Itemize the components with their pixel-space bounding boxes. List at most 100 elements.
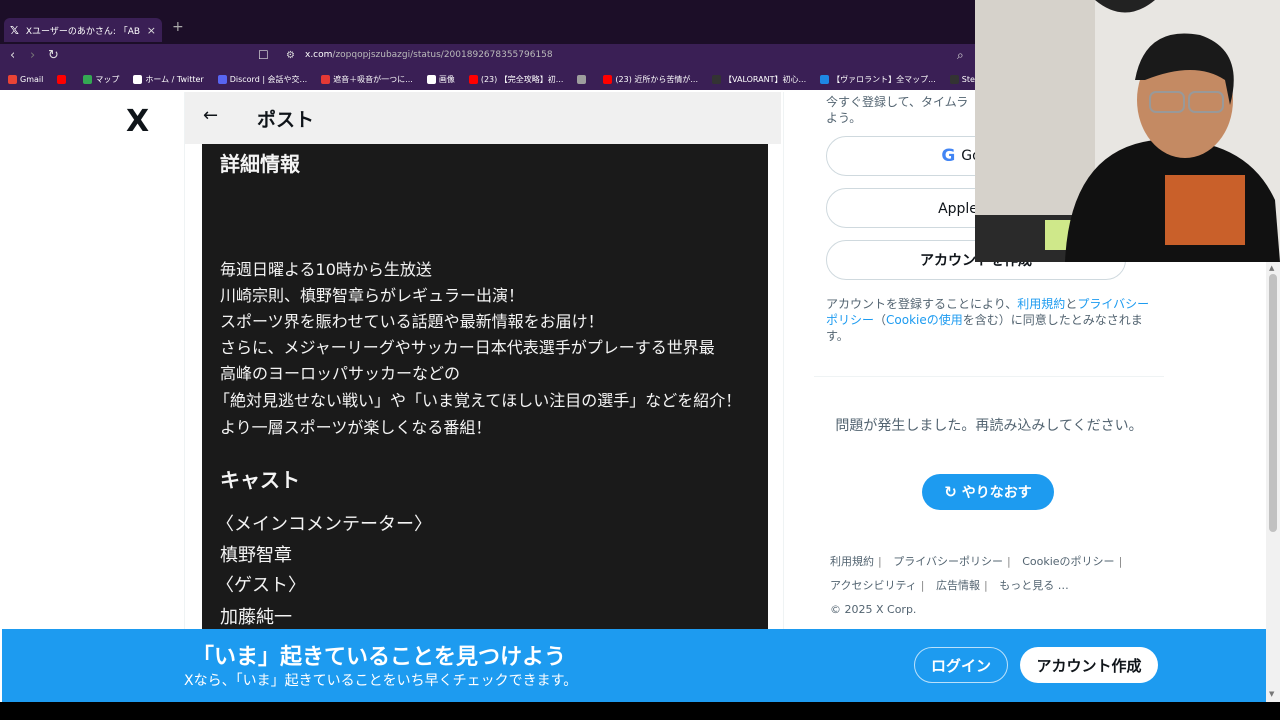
bookmark-favicon-icon <box>133 74 143 84</box>
signup-button[interactable]: アカウント作成 <box>1020 647 1158 683</box>
image-line: 高峰のヨーロッパサッカーなどの <box>220 364 461 383</box>
bookmark-item[interactable]: 【ヴァロラント】全マップ... <box>820 74 936 85</box>
terms-and: と <box>1065 297 1078 311</box>
url-path: /zopqopjszubazgi/status/2001892678355796… <box>332 50 553 60</box>
bookmark-favicon-icon <box>712 74 722 84</box>
terms-paren: （ <box>874 313 887 327</box>
bookmark-favicon-icon <box>468 74 478 84</box>
forward-arrow-icon[interactable]: › <box>30 48 35 63</box>
image-line: 川崎宗則、槙野智章らがレギュラー出演！ <box>220 286 525 305</box>
footer-link[interactable]: 広告情報 <box>936 574 980 598</box>
bookmark-favicon-icon <box>321 74 331 84</box>
bookmark-favicon-icon <box>820 74 830 84</box>
footer-divider: | <box>920 579 925 592</box>
url-field[interactable]: x.com/zopqopjszubazgi/status/20018926783… <box>305 50 553 60</box>
terms-link[interactable]: 利用規約 <box>1017 297 1065 311</box>
webcam-overlay <box>975 0 1280 262</box>
bookmark-favicon-icon <box>426 74 436 84</box>
cast-line: 〈ゲスト〉 <box>216 575 306 596</box>
bookmark-item[interactable] <box>57 74 69 84</box>
tab-title: Xユーザーのあかさん: 「ABEMAに加番 <box>25 26 141 37</box>
webcam-person-image <box>975 0 1280 262</box>
page-scrollbar[interactable]: ▲ ▼ <box>1266 262 1280 702</box>
login-banner: 「いま」起きていることを見つけよう Xなら、「いま」起きていることをいち早くチェ… <box>2 629 1266 702</box>
bookmark-favicon-icon <box>217 74 227 84</box>
bookmark-item[interactable]: Gmail <box>8 74 44 84</box>
image-line: スポーツ界を賑わせている話題や最新情報をお届け！ <box>220 312 604 331</box>
bookmark-icon[interactable]: ☐ <box>258 48 269 62</box>
google-icon: G <box>941 146 956 166</box>
search-icon[interactable]: ⌕ <box>957 48 964 63</box>
image-line: 毎週日曜よる10時から生放送 <box>220 260 432 279</box>
bookmark-label: Discord | 会話や交... <box>229 74 308 84</box>
bookmark-item[interactable]: 【VALORANT】初心... <box>712 74 806 85</box>
post-header: ← ポスト <box>185 92 781 144</box>
reload-icon[interactable]: ↻ <box>48 48 59 63</box>
bookmark-item[interactable]: マップ <box>83 74 119 85</box>
signup-intro: 今すぐ登録して、タイムラ よう。 <box>826 94 968 126</box>
bookmark-item[interactable]: (23) 【完全攻略】初... <box>468 74 564 85</box>
bookmark-label: (23) 【完全攻略】初... <box>480 74 564 84</box>
footer-link[interactable]: アクセシビリティ <box>830 574 917 598</box>
post-image[interactable]: 詳細情報 毎週日曜よる10時から生放送 川崎宗則、槙野智章らがレギュラー出演！ … <box>202 144 768 630</box>
bookmark-label: マップ <box>95 74 120 84</box>
screen: 𝕏 Xユーザーのあかさん: 「ABEMAに加番 × + ‹ › ↻ ☐ ⚙ x.… <box>0 0 1280 720</box>
browser-tab[interactable]: 𝕏 Xユーザーのあかさん: 「ABEMAに加番 × <box>4 18 162 42</box>
image-line: より一層スポーツが楽しくなる番組！ <box>220 418 492 437</box>
footer-links: 利用規約 | プライバシーポリシー | Cookieのポリシー | アクセシビリティ |… <box>830 550 1160 622</box>
new-tab-button[interactable]: + <box>172 19 184 35</box>
post-column: ← ポスト 詳細情報 毎週日曜よる10時から生放送 川崎宗則、槙野智章らがレギュ… <box>184 92 784 630</box>
banner-title: 「いま」起きていることを見つけよう <box>192 645 567 670</box>
cookie-link[interactable]: Cookieの使用 <box>886 313 963 327</box>
bookmark-item[interactable] <box>577 74 589 84</box>
bookmark-item[interactable]: 遮音＋吸音が一つに... <box>321 74 413 85</box>
refresh-icon: ↻ <box>944 483 957 501</box>
back-arrow-button[interactable]: ← <box>203 105 218 126</box>
footer-divider: | <box>1007 555 1011 568</box>
site-info-icon[interactable]: ⚙ <box>286 50 295 61</box>
bookmark-label: (23) 近所から苦情が... <box>615 74 699 84</box>
footer-more-link[interactable]: もっと見る … <box>999 574 1069 598</box>
cast-heading: キャスト <box>220 468 300 492</box>
back-arrow-icon[interactable]: ‹ <box>10 48 15 63</box>
bookmark-label: 画像 <box>438 74 455 84</box>
divider <box>814 376 1164 377</box>
bookmark-item[interactable]: Discord | 会話や交... <box>217 74 308 85</box>
url-domain: x.com <box>305 50 333 60</box>
signup-intro-line: 今すぐ登録して、タイムラ <box>826 95 969 109</box>
terms-prefix: アカウントを登録することにより、 <box>826 297 1018 311</box>
tab-close-icon[interactable]: × <box>147 24 156 37</box>
footer-divider: | <box>1118 555 1123 568</box>
bookmark-favicon-icon <box>603 74 613 84</box>
error-card: 問題が発生しました。再読み込みしてください。 ↻ やりなおす <box>814 394 1164 530</box>
footer-divider: | <box>878 555 882 568</box>
bookmark-item[interactable]: ホーム / Twitter <box>133 74 204 85</box>
bookmark-item[interactable]: (23) 近所から苦情が... <box>603 74 698 85</box>
bookmark-label: 【ヴァロラント】全マップ... <box>832 74 936 84</box>
bookmark-favicon-icon <box>83 74 93 84</box>
bookmark-favicon-icon <box>577 74 587 84</box>
scroll-up-icon[interactable]: ▲ <box>1269 264 1274 272</box>
footer-link[interactable]: Cookieのポリシー <box>1022 550 1114 574</box>
bookmark-label: Gmail <box>20 74 44 84</box>
terms-text: アカウントを登録することにより、利用規約とプライバシーポリシー（Cookieの使… <box>826 296 1156 344</box>
copyright: © 2025 X Corp. <box>830 603 917 616</box>
footer-divider: | <box>984 579 988 592</box>
bookmark-favicon-icon <box>57 74 67 84</box>
x-logo-icon[interactable]: X <box>126 104 149 139</box>
scroll-down-icon[interactable]: ▼ <box>1269 690 1274 698</box>
cast-line: 槙野智章 <box>220 545 292 566</box>
bookmark-favicon-icon <box>949 74 959 84</box>
bookmark-label: 遮音＋吸音が一つに... <box>333 74 413 84</box>
footer-link[interactable]: プライバシーポリシー <box>893 550 1003 574</box>
scrollbar-thumb[interactable] <box>1269 274 1277 532</box>
bookmark-label: 【VALORANT】初心... <box>724 74 807 84</box>
cast-line: 〈メインコメンテーター〉 <box>216 514 432 535</box>
bookmark-favicon-icon <box>8 74 17 84</box>
footer-link[interactable]: 利用規約 <box>830 550 874 574</box>
login-button[interactable]: ログイン <box>914 647 1008 683</box>
image-heading: 詳細情報 <box>220 152 300 176</box>
retry-button[interactable]: ↻ やりなおす <box>922 474 1054 510</box>
cast-line: 加藤純一 <box>220 607 292 628</box>
bookmark-item[interactable]: 画像 <box>426 74 455 85</box>
